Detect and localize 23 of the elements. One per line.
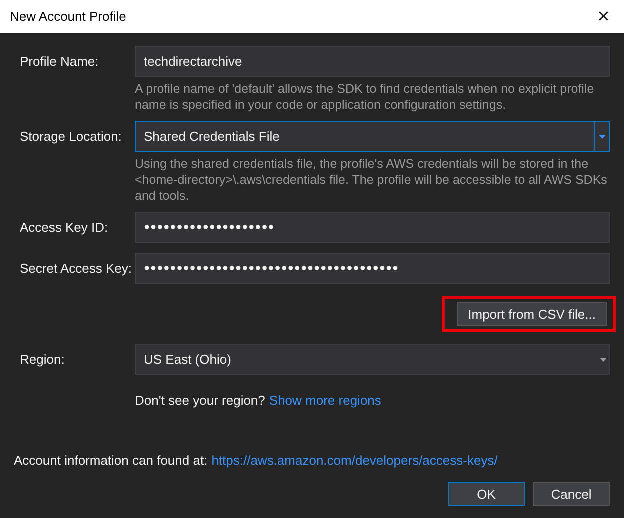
info-text: Account information can found at: — [14, 453, 208, 468]
field-label: Profile Name: — [20, 53, 100, 71]
input-field[interactable]: techdirectarchive — [135, 46, 610, 77]
dropdown-field[interactable]: Shared Credentials File — [135, 121, 610, 152]
window-title: New Account Profile — [10, 9, 126, 24]
dialog-button[interactable]: Cancel — [533, 482, 610, 506]
input-field[interactable]: ●●●●●●●●●●●●●●●●●●●●●●●●●●●●●●●●●●●●●●● — [135, 253, 610, 284]
close-button[interactable]: ✕ — [593, 6, 614, 26]
access-keys-link[interactable]: https://aws.amazon.com/developers/access-keys/ — [212, 453, 498, 468]
help-text: A profile name of 'default' allows the SDK to find credentials when no explicit profile name is specified in your code or application configuration settings. — [135, 81, 596, 113]
input-field[interactable]: ●●●●●●●●●●●●●●●●●●●● — [135, 212, 610, 243]
help-text: Using the shared credentials file, the profile's AWS credentials will be stored in the <home-directory>\.aws\credentials file. The profile will be accessible to all AWS SDKs and tools. — [135, 156, 608, 204]
field-label: Secret Access Key: — [20, 260, 133, 278]
field-label: Storage Location: — [20, 128, 123, 146]
caret-icon — [600, 358, 606, 362]
field-label: Access Key ID: — [20, 219, 110, 237]
dropdown-field[interactable]: US East (Ohio) — [135, 344, 610, 375]
caret-icon — [598, 134, 606, 138]
import-csv-button[interactable]: Import from CSV file... — [457, 302, 607, 326]
show-regions-link[interactable]: Show more regions — [269, 393, 382, 408]
dialog-button[interactable]: OK — [448, 482, 525, 506]
hint-text: Don't see your region? — [135, 393, 266, 408]
field-label: Region: — [20, 351, 66, 369]
